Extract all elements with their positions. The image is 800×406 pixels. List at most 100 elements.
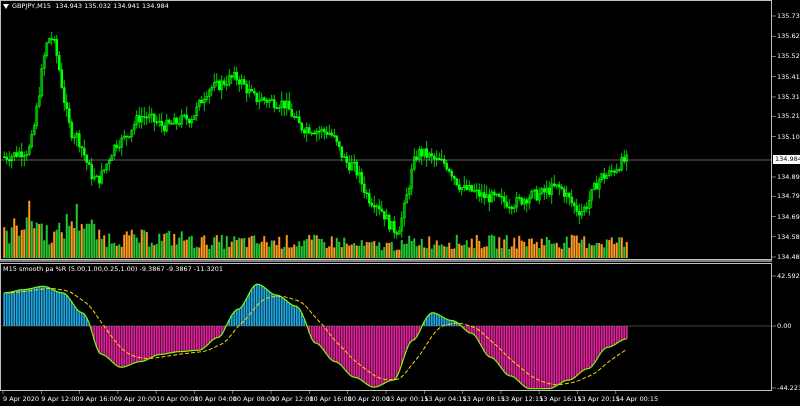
volume-bar — [125, 231, 128, 258]
volume-bar — [65, 213, 68, 258]
volume-bar — [515, 248, 518, 258]
volume-bar — [450, 248, 453, 258]
volume-bar — [113, 242, 116, 258]
volume-bar — [210, 245, 213, 258]
price-tick-label: 135.730 — [777, 12, 800, 20]
candle-body — [570, 196, 574, 204]
ohlc-values: 134.943 135.032 134.941 134.984 — [55, 2, 169, 10]
volume-bar — [13, 218, 16, 258]
volume-bar — [208, 248, 211, 258]
volume-bar — [93, 224, 96, 258]
volume-bar — [420, 238, 423, 258]
volume-bar — [375, 245, 378, 258]
volume-bar — [545, 236, 548, 258]
chart-canvas[interactable] — [0, 0, 800, 406]
volume-bar — [98, 229, 101, 258]
volume-bar — [115, 245, 118, 258]
candle-body — [470, 185, 474, 192]
volume-bar — [303, 240, 306, 258]
candle-body — [477, 189, 481, 197]
volume-bar — [330, 236, 333, 258]
price-tick-label: 134.795 — [777, 192, 800, 201]
candle-body — [622, 156, 626, 162]
volume-bar — [465, 240, 468, 258]
volume-bar — [273, 240, 276, 258]
volume-bar — [573, 235, 576, 258]
time-tick-label: 9 Apr 12:00 — [41, 395, 80, 403]
volume-bar — [148, 246, 151, 258]
volume-bar — [625, 241, 628, 258]
volume-bar — [68, 225, 71, 258]
osc-tick-label: -44.223 — [777, 384, 800, 392]
volume-bar — [290, 247, 293, 258]
volume-bar — [408, 235, 411, 258]
volume-bar — [280, 248, 283, 258]
volume-bar — [133, 234, 136, 258]
candle-body — [360, 172, 364, 185]
volume-bar — [388, 242, 391, 258]
volume-bar — [195, 246, 198, 258]
candle-body — [575, 205, 579, 212]
price-tick-label: 135.520 — [777, 52, 800, 61]
volume-bar — [198, 247, 201, 258]
volume-bar — [218, 242, 221, 258]
candle-body — [337, 141, 341, 147]
candle-body — [302, 129, 306, 134]
candle-body — [492, 191, 496, 196]
candle-body — [167, 119, 171, 124]
candle-body — [142, 116, 146, 118]
candle-body — [5, 156, 9, 160]
volume-bar — [95, 239, 98, 258]
volume-bar — [558, 247, 561, 258]
volume-bar — [550, 243, 553, 258]
symbol-label: GBPJPY,M15 — [12, 2, 52, 10]
dropdown-triangle-icon[interactable] — [3, 3, 9, 9]
volume-bar — [405, 243, 408, 258]
main-panel-frame — [0, 0, 772, 260]
volume-bar — [138, 242, 141, 258]
volume-bar — [325, 247, 328, 258]
candle-body — [562, 188, 566, 197]
candle-body — [502, 196, 506, 203]
time-tick-label: 10 Apr 08:00 — [232, 395, 276, 403]
volume-bar — [238, 237, 241, 258]
volume-bar — [48, 244, 51, 258]
volume-bar — [605, 239, 608, 258]
volume-bar — [183, 240, 186, 258]
volume-bar — [403, 244, 406, 258]
volume-bar — [505, 235, 508, 258]
volume-bar — [345, 243, 348, 258]
candle-body — [290, 109, 294, 117]
volume-bar — [8, 243, 11, 258]
candle-body — [335, 135, 339, 142]
volume-bar — [443, 246, 446, 258]
volume-bar — [298, 241, 301, 258]
volume-bar — [185, 239, 188, 258]
time-tick-label: 10 Apr 12:00 — [271, 395, 314, 403]
volume-bar — [593, 245, 596, 258]
volume-bar — [245, 247, 248, 258]
volume-bar — [158, 233, 161, 258]
osc-tick-label: 42.592 — [777, 272, 800, 280]
volume-bar — [413, 238, 416, 258]
time-tick-label: 10 Apr 04:00 — [194, 395, 237, 403]
candle-body — [535, 189, 539, 201]
current-price-badge: 134.984 — [773, 155, 800, 164]
candle-body — [450, 171, 454, 177]
volume-bar — [570, 234, 573, 258]
candle-body — [200, 99, 204, 104]
volume-bar — [528, 238, 531, 258]
price-tick-label: 134.895 — [777, 172, 800, 181]
volume-bar — [38, 224, 41, 258]
candle-body — [392, 221, 396, 233]
candle-body — [452, 175, 456, 179]
volume-bar — [220, 234, 223, 258]
candle-body — [85, 154, 89, 163]
candle-body — [185, 114, 189, 120]
volume-bar — [145, 232, 148, 258]
volume-bar — [360, 240, 363, 258]
candle-body — [255, 92, 259, 103]
volume-bar — [225, 235, 228, 258]
volume-bar — [265, 242, 268, 258]
volume-bar — [468, 247, 471, 258]
